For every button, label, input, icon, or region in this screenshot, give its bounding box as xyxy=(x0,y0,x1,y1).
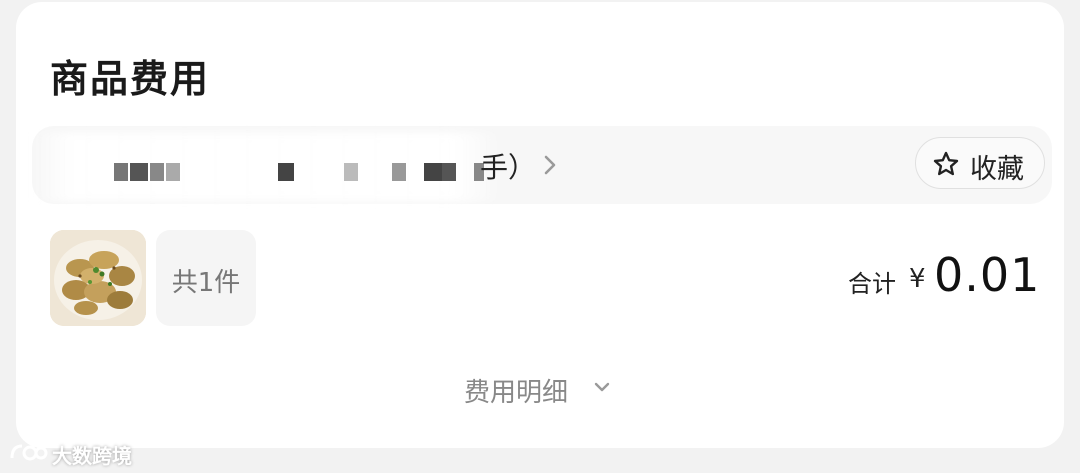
store-name-pixel-block xyxy=(424,163,442,181)
store-name-pixel-block xyxy=(150,163,164,181)
store-name-pixel-block xyxy=(442,163,456,181)
total-amount: 0.01 xyxy=(934,248,1041,302)
star-outline-icon xyxy=(933,151,959,176)
store-name-pixel-block xyxy=(392,163,406,181)
chevron-right-icon[interactable] xyxy=(540,152,560,178)
item-count: 共1件 xyxy=(171,268,241,298)
product-thumbnail[interactable] xyxy=(50,230,146,326)
store-name[interactable]: 手） xyxy=(480,146,536,186)
logo-icon xyxy=(10,444,48,461)
food-dumplings-image xyxy=(50,230,146,326)
currency-symbol: ¥ xyxy=(909,264,926,294)
store-row[interactable]: 手） 收藏 xyxy=(32,126,1052,204)
order-fee-card: 商品费用 手） 收藏 共1件 合计 ¥ 0.01 费用明细 xyxy=(16,2,1064,448)
store-name-pixel-block xyxy=(344,163,358,181)
total-label: 合计 xyxy=(848,270,896,298)
section-title: 商品费用 xyxy=(50,57,211,101)
watermark-text: 大数跨境 xyxy=(52,444,132,468)
store-name-pixel-block xyxy=(130,163,148,181)
store-name-pixel-block xyxy=(114,163,128,181)
chevron-down-icon[interactable] xyxy=(592,380,612,396)
store-name-pixel-block xyxy=(278,163,294,181)
fee-details-toggle[interactable]: 费用明细 xyxy=(464,372,568,409)
store-name-pixel-block xyxy=(166,163,180,181)
favorite-button[interactable]: 收藏 xyxy=(915,137,1045,189)
item-count-box[interactable]: 共1件 xyxy=(156,230,256,326)
favorite-label: 收藏 xyxy=(970,154,1024,185)
